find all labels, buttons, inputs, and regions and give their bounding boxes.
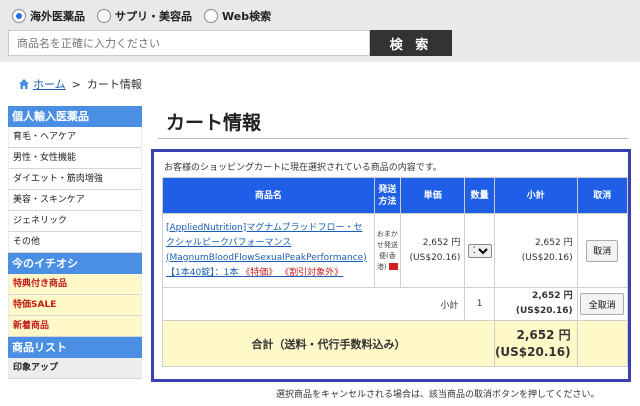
subtotal-total-yen: 2,652 円 bbox=[532, 291, 573, 301]
cancel-all-cell: 全取消 bbox=[576, 287, 629, 321]
home-icon bbox=[19, 79, 29, 89]
title-divider bbox=[158, 138, 628, 139]
col-header-subtotal: 小計 bbox=[493, 177, 578, 214]
table-row: [AppliedNutrition]マグナムブラッドフロー・セクシャルピークパフ… bbox=[162, 213, 629, 288]
radio-web-search[interactable]: Web検索 bbox=[204, 8, 271, 24]
subtotal-cell: 2,652 円 (US$20.16) bbox=[493, 213, 578, 288]
grand-total-empty-cell bbox=[576, 320, 629, 367]
subtotal-qty: 1 bbox=[464, 287, 495, 321]
sidebar-item-sexual-function[interactable]: 男性・女性機能 bbox=[8, 148, 142, 169]
unit-price-yen: 2,652 円 bbox=[422, 237, 461, 248]
subtotal-label: 小計 bbox=[440, 300, 459, 311]
cancel-cell: 取消 bbox=[576, 213, 629, 288]
radio-dot-selected[interactable] bbox=[12, 9, 26, 23]
breadcrumb-home-link[interactable]: ホーム bbox=[33, 76, 66, 92]
col-header-name: 商品名 bbox=[162, 177, 375, 214]
radio-supplements[interactable]: サプリ・美容品 bbox=[97, 8, 192, 24]
sidebar-heading-product-list: 商品リスト bbox=[8, 337, 142, 358]
sidebar-heading-medicine: 個人輸入医薬品 bbox=[8, 106, 142, 127]
unit-price-cell: 2,652 円 (US$20.16) bbox=[399, 213, 466, 288]
sidebar-heading-pickup: 今のイチオシ bbox=[8, 253, 142, 274]
breadcrumb: ホーム > カート情報 bbox=[18, 76, 142, 92]
col-header-ship: 発送 方法 bbox=[373, 177, 401, 214]
cancel-instruction-note: 選択商品をキャンセルされる場合は、該当商品の取消ボタンを押してください。 bbox=[276, 390, 600, 400]
ship-method-cell: おまかせ発送便(香港) bbox=[373, 213, 401, 288]
subtotal-yen: 2,652 円 bbox=[534, 237, 573, 248]
hong-kong-flag-icon bbox=[388, 263, 398, 270]
sidebar-item-sale[interactable]: 特価SALE bbox=[8, 295, 142, 316]
product-tag-no-discount: 《割引対象外》 bbox=[280, 267, 344, 278]
page-title: カート情報 bbox=[166, 112, 262, 134]
cart-header-row: 商品名 発送 方法 単価 数量 小計 取消 bbox=[162, 177, 629, 214]
cart-note: お客様のショッピングカートに現在選択されている商品の内容です。 bbox=[164, 163, 442, 173]
subtotal-row: 小計 1 2,652 円 (US$20.16) 全取消 bbox=[161, 287, 629, 321]
col-header-unit-price: 単価 bbox=[399, 177, 466, 214]
cart-panel: お客様のショッピングカートに現在選択されている商品の内容です。 商品名 発送 方… bbox=[151, 149, 631, 382]
cancel-all-button[interactable]: 全取消 bbox=[580, 293, 625, 315]
unit-price-usd: (US$20.16) bbox=[409, 252, 461, 263]
search-input[interactable] bbox=[8, 30, 370, 56]
col-header-cancel: 取消 bbox=[576, 177, 629, 214]
quantity-cell: 1 bbox=[464, 213, 495, 288]
grand-total-row: 合計（送料・代行手数料込み） 2,652 円 (US$20.16) bbox=[162, 320, 629, 367]
sidebar-item-generic[interactable]: ジェネリック bbox=[8, 211, 142, 232]
radio-overseas-medicine[interactable]: 海外医薬品 bbox=[12, 8, 85, 24]
search-button[interactable]: 検 索 bbox=[370, 30, 452, 56]
sidebar: 個人輸入医薬品 育毛・ヘアケア 男性・女性機能 ダイエット・筋肉増強 美容・スキ… bbox=[8, 106, 142, 379]
sidebar-item-other[interactable]: その他 bbox=[8, 232, 142, 253]
product-name-cell: [AppliedNutrition]マグナムブラッドフロー・セクシャルピークパフ… bbox=[162, 213, 375, 288]
grand-total-label: 合計（送料・代行手数料込み） bbox=[162, 320, 495, 367]
subtotal-total-usd: (US$20.16) bbox=[515, 306, 573, 316]
cancel-item-button[interactable]: 取消 bbox=[586, 239, 619, 262]
grand-total-amount-cell: 2,652 円 (US$20.16) bbox=[493, 320, 578, 367]
search-header: 海外医薬品 サプリ・美容品 Web検索 検 索 bbox=[0, 0, 640, 62]
product-tag-sale: 《特価》 bbox=[241, 267, 278, 278]
subtotal-usd: (US$20.16) bbox=[521, 252, 573, 263]
quantity-select[interactable]: 1 bbox=[467, 243, 492, 258]
grand-total-yen: 2,652 円 bbox=[516, 327, 571, 342]
sidebar-item-skincare[interactable]: 美容・スキンケア bbox=[8, 190, 142, 211]
breadcrumb-separator: > bbox=[71, 77, 81, 91]
breadcrumb-current: カート情報 bbox=[86, 78, 142, 91]
sidebar-item-bonus[interactable]: 特典付き商品 bbox=[8, 274, 142, 295]
sidebar-item-impression[interactable]: 印象アップ bbox=[8, 358, 142, 379]
radio-dot[interactable] bbox=[97, 9, 111, 23]
cart-table: 商品名 発送 方法 単価 数量 小計 取消 [AppliedNutrition]… bbox=[161, 177, 629, 367]
subtotal-label-cell: 小計 bbox=[161, 287, 466, 321]
sidebar-item-new[interactable]: 新着商品 bbox=[8, 316, 142, 337]
radio-label: Web検索 bbox=[222, 10, 272, 23]
grand-total-usd: (US$20.16) bbox=[494, 344, 571, 359]
search-scope-radios: 海外医薬品 サプリ・美容品 Web検索 bbox=[12, 8, 283, 24]
radio-label: サプリ・美容品 bbox=[115, 10, 192, 23]
col-header-quantity: 数量 bbox=[464, 177, 495, 214]
radio-dot[interactable] bbox=[204, 9, 218, 23]
sidebar-item-diet[interactable]: ダイエット・筋肉増強 bbox=[8, 169, 142, 190]
radio-label: 海外医薬品 bbox=[30, 10, 85, 23]
subtotal-total-cell: 2,652 円 (US$20.16) bbox=[493, 287, 578, 321]
sidebar-item-hair-care[interactable]: 育毛・ヘアケア bbox=[8, 127, 142, 148]
